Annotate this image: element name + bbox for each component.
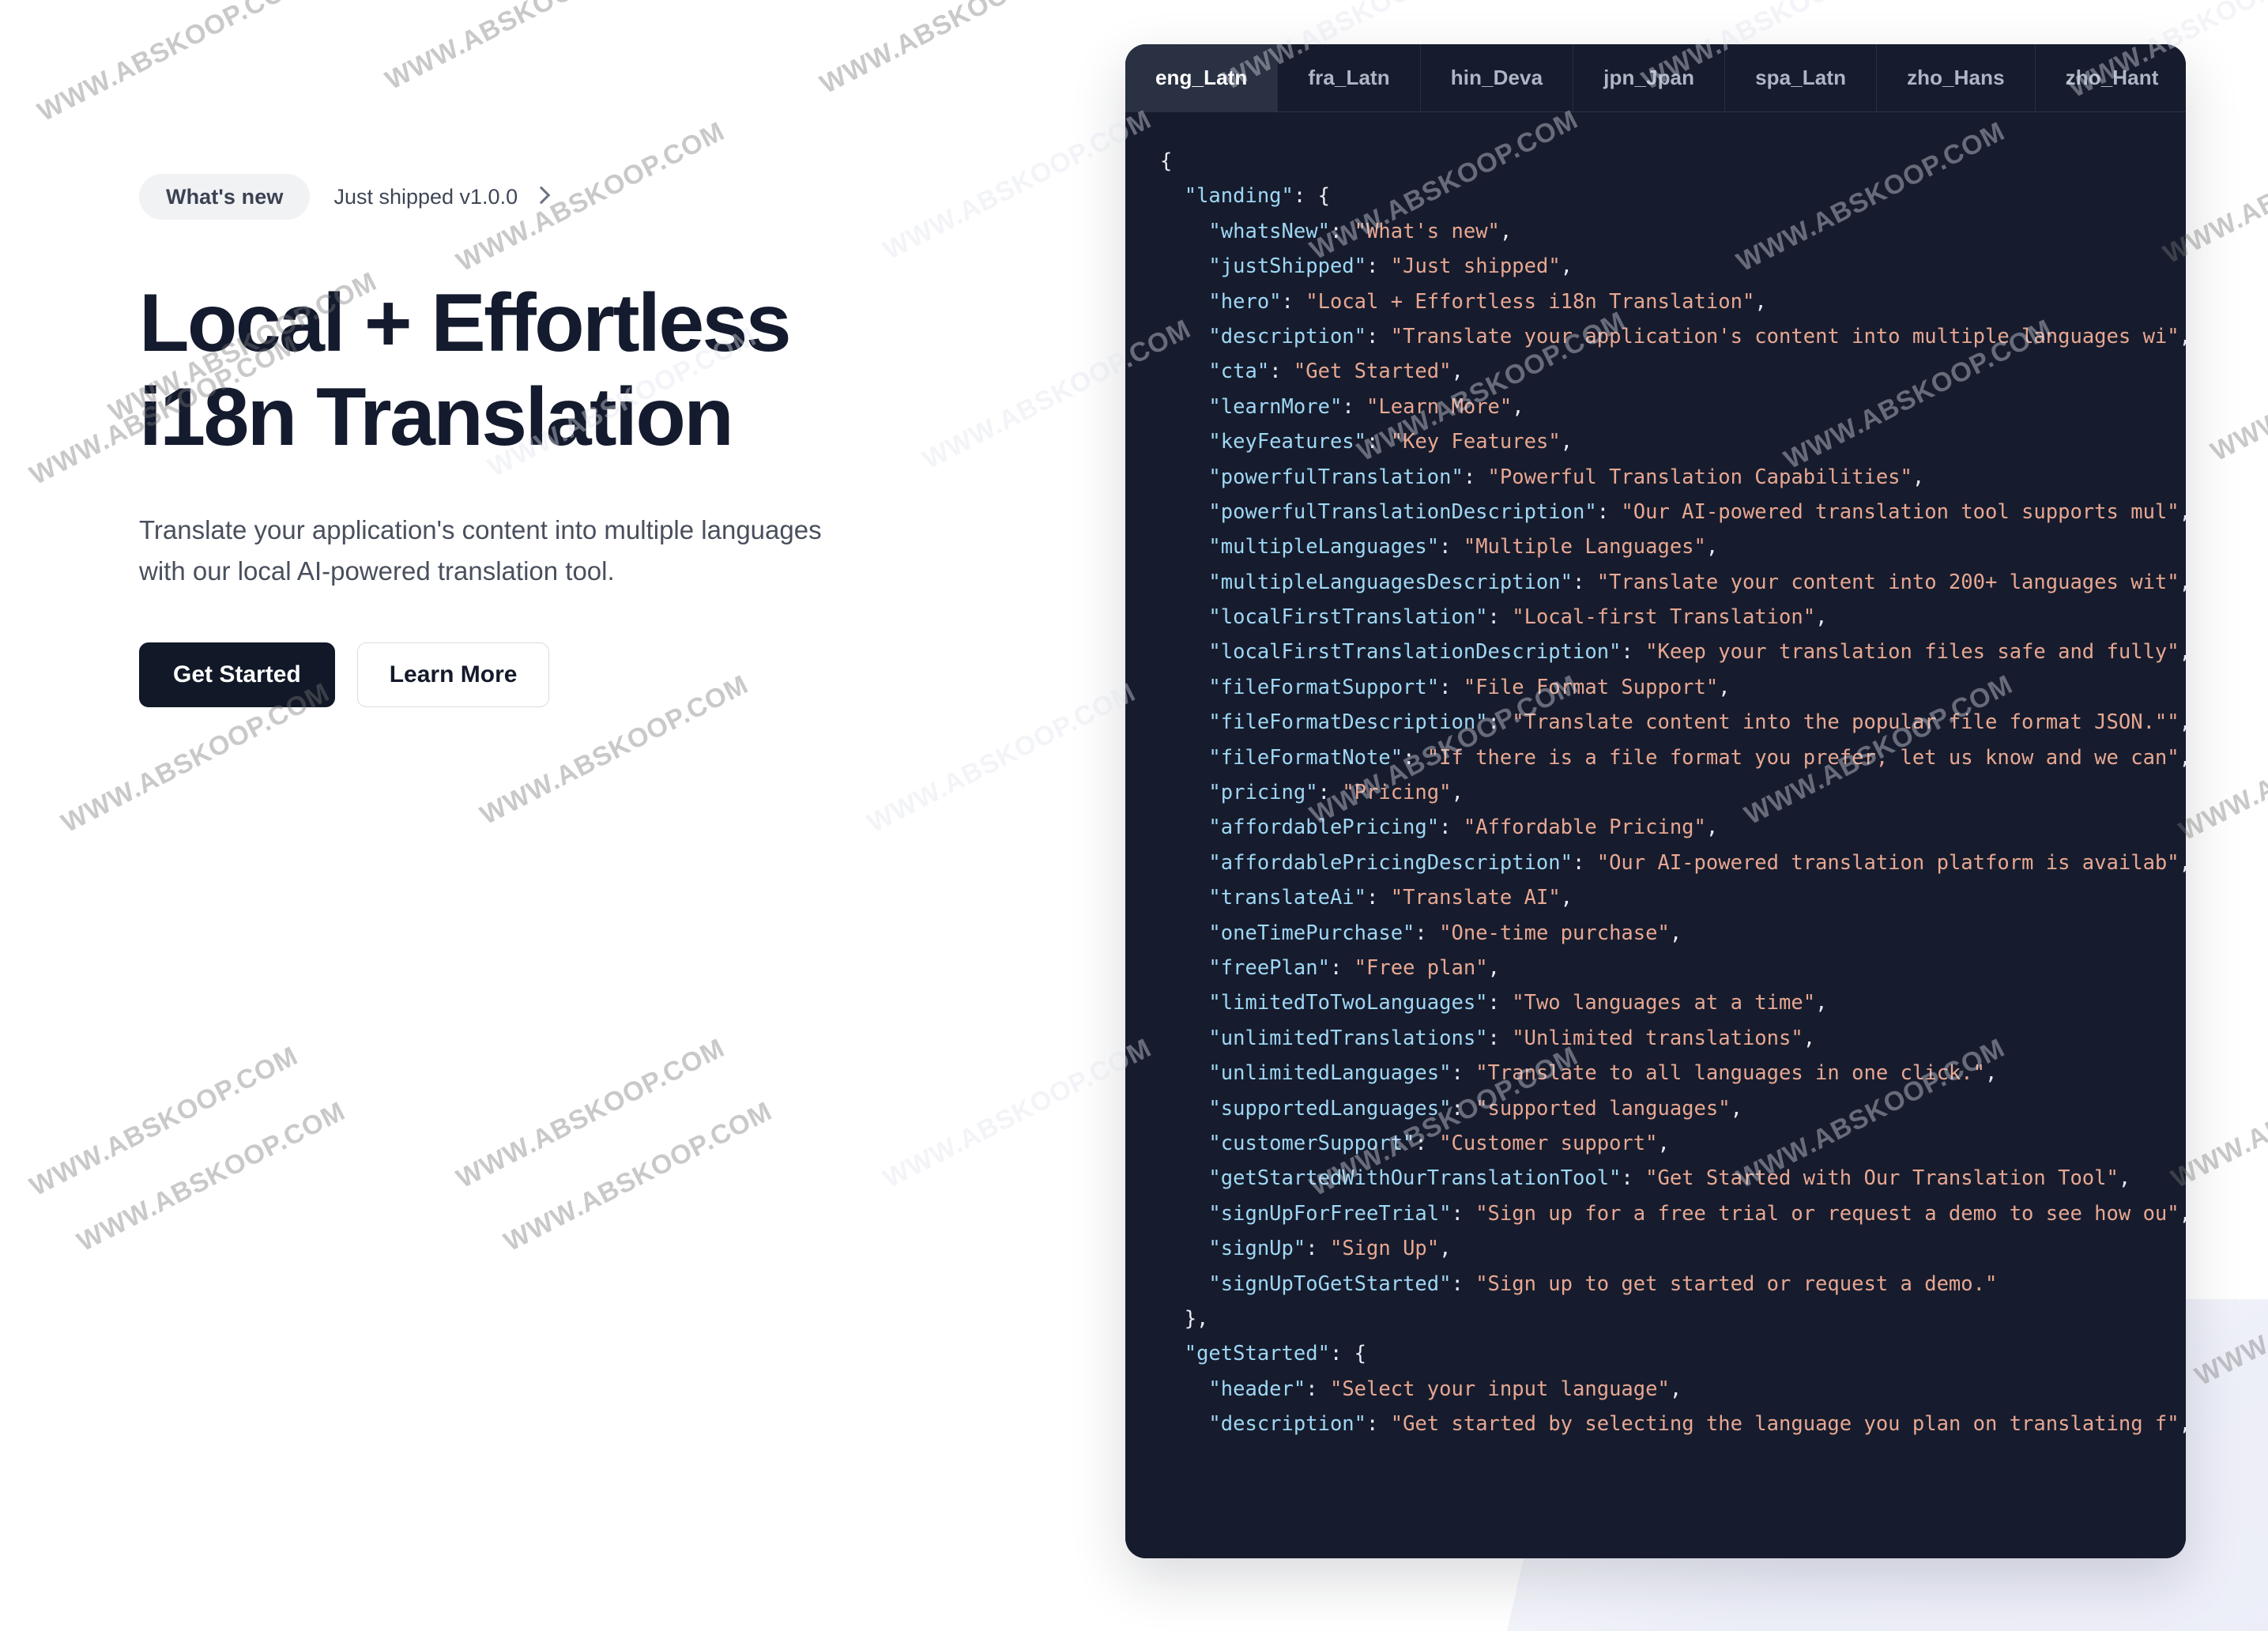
language-tab-label: eng_Latn	[1155, 66, 1248, 89]
chevron-right-icon	[532, 186, 551, 205]
code-line: "unlimitedTranslations": "Unlimited tran…	[1208, 1026, 1816, 1050]
code-line: "fileFormatSupport": "File Format Suppor…	[1208, 675, 1731, 699]
watermark-text: WWW.ABSKOOP.COM	[451, 1032, 730, 1195]
language-tab-zho_hans[interactable]: zho_Hans	[1877, 44, 2036, 111]
code-line: "powerfulTranslationDescription": "Our A…	[1208, 499, 2186, 524]
code-line: "freePlan": "Free plan",	[1208, 955, 1500, 980]
code-viewer[interactable]: { "landing": { "whatsNew": "What's new",…	[1125, 112, 2186, 1558]
announcement-row: What's new Just shipped v1.0.0	[139, 172, 1024, 221]
code-line: {	[1160, 149, 1173, 173]
code-line: "translateAi": "Translate AI",	[1208, 886, 1573, 910]
code-line: "keyFeatures": "Key Features",	[1208, 430, 1573, 454]
language-tab-label: zho_Hant	[2065, 66, 2159, 89]
cta-row: Get Started Learn More	[139, 642, 1024, 708]
language-tab-label: hin_Deva	[1450, 66, 1543, 89]
code-line: "signUp": "Sign Up",	[1208, 1237, 1452, 1261]
code-line: "localFirstTranslation": "Local-first Tr…	[1208, 605, 1828, 630]
code-line: "fileFormatDescription": "Translate cont…	[1208, 710, 2186, 735]
code-line: "fileFormatNote": "If there is a file fo…	[1208, 745, 2186, 770]
watermark-text: WWW.ABSKOOP.COM	[2174, 684, 2268, 847]
code-line: "hero": "Local + Effortless i18n Transla…	[1208, 289, 1767, 314]
code-line: "customerSupport": "Customer support",	[1208, 1131, 1670, 1155]
code-line: "description": "Get started by selecting…	[1208, 1412, 2186, 1437]
code-line: "whatsNew": "What's new",	[1208, 219, 1513, 243]
code-line: "multipleLanguages": "Multiple Languages…	[1208, 535, 1719, 559]
language-tab-label: jpn_Jpan	[1603, 66, 1695, 89]
code-line: "localFirstTranslationDescription": "Kee…	[1208, 640, 2186, 665]
headline-line-2: i18n Translation	[139, 371, 734, 463]
watermark-text: WWW.ABSKOOP.COM	[72, 1095, 351, 1258]
code-line: "description": "Translate your applicati…	[1208, 324, 2186, 348]
language-tab-fra_latn[interactable]: fra_Latn	[1278, 44, 1421, 111]
language-tab-bar: eng_Latn fra_Latn hin_Deva jpn_Jpan spa_Latn…	[1125, 44, 2186, 112]
code-line: "pricing": "Pricing",	[1208, 781, 1464, 805]
hero-section: What's new Just shipped v1.0.0 Local + E…	[139, 172, 1024, 708]
language-tab-label: zho_Hans	[1907, 66, 2005, 89]
language-tab-spa_latn[interactable]: spa_Latn	[1725, 44, 1878, 111]
watermark-text: WWW.ABSKOOP.COM	[878, 1032, 1157, 1195]
just-shipped-link[interactable]: Just shipped v1.0.0	[333, 184, 551, 209]
hero-description: Translate your application's content int…	[139, 510, 929, 592]
headline-line-1: Local + Effortless	[139, 277, 792, 369]
page-title: Local + Effortless i18n Translation	[139, 277, 914, 464]
code-line: "learnMore": "Learn More",	[1208, 394, 1524, 419]
code-line: "justShipped": "Just shipped",	[1208, 254, 1573, 279]
whats-new-badge[interactable]: What's new	[139, 174, 311, 220]
language-tab-hin_deva[interactable]: hin_Deva	[1421, 44, 1574, 111]
code-line: },	[1160, 1306, 1209, 1331]
code-line: "affordablePricing": "Affordable Pricing…	[1208, 816, 1719, 840]
hero-description-line-1: Translate your application's content int…	[139, 515, 822, 545]
watermark-text: WWW.ABSKOOP.COM	[2190, 1230, 2268, 1392]
json-code-content: { "landing": { "whatsNew": "What's new",…	[1125, 144, 2186, 1441]
code-line: "multipleLanguagesDescription": "Transla…	[1208, 570, 2186, 594]
language-tab-eng_latn[interactable]: eng_Latn	[1125, 44, 1279, 111]
learn-more-button[interactable]: Learn More	[356, 642, 550, 708]
hero-description-line-2: with our local AI-powered translation to…	[139, 556, 615, 586]
watermark-text: WWW.ABSKOOP.COM	[24, 1040, 303, 1203]
code-line: "getStarted": {	[1184, 1342, 1367, 1366]
code-line: "getStartedWithOurTranslationTool": "Get…	[1208, 1166, 2131, 1191]
code-line: "signUpForFreeTrial": "Sign up for a fre…	[1208, 1201, 2186, 1226]
language-tab-zho_hant[interactable]: zho_Hant	[2036, 44, 2186, 111]
language-tab-jpn_jpan[interactable]: jpn_Jpan	[1573, 44, 1726, 111]
language-tab-label: fra_Latn	[1308, 66, 1390, 89]
watermark-text: WWW.ABSKOOP.COM	[499, 1095, 778, 1258]
page-root: What's new Just shipped v1.0.0 Local + E…	[0, 0, 2268, 1631]
just-shipped-label: Just shipped v1.0.0	[333, 184, 518, 209]
get-started-button[interactable]: Get Started	[139, 642, 335, 708]
code-line: "landing": {	[1184, 184, 1330, 209]
code-line: "limitedToTwoLanguages": "Two languages …	[1208, 991, 1828, 1015]
watermark-text: WWW.ABSKOOP.COM	[2206, 305, 2268, 468]
code-line: "header": "Select your input language",	[1208, 1377, 1682, 1401]
code-line: "powerfulTranslation": "Powerful Transla…	[1208, 465, 1925, 489]
code-line: "affordablePricingDescription": "Our AI-…	[1208, 850, 2186, 875]
watermark-text: WWW.ABSKOOP.COM	[32, 0, 311, 128]
code-line: "unlimitedLanguages": "Translate to all …	[1208, 1061, 1998, 1086]
watermark-text: WWW.ABSKOOP.COM	[815, 0, 1094, 100]
code-line: "signUpToGetStarted": "Sign up to get st…	[1208, 1271, 1998, 1296]
language-tab-label: spa_Latn	[1755, 66, 1847, 89]
code-line: "supportedLanguages": "supported languag…	[1208, 1096, 1742, 1121]
watermark-text: WWW.ABSKOOP.COM	[380, 0, 659, 96]
code-line: "cta": "Get Started",	[1208, 360, 1464, 384]
code-line: "oneTimePurchase": "One-time purchase",	[1208, 921, 1682, 945]
translation-code-panel: eng_Latn fra_Latn hin_Deva jpn_Jpan spa_Latn…	[1125, 44, 2186, 1558]
